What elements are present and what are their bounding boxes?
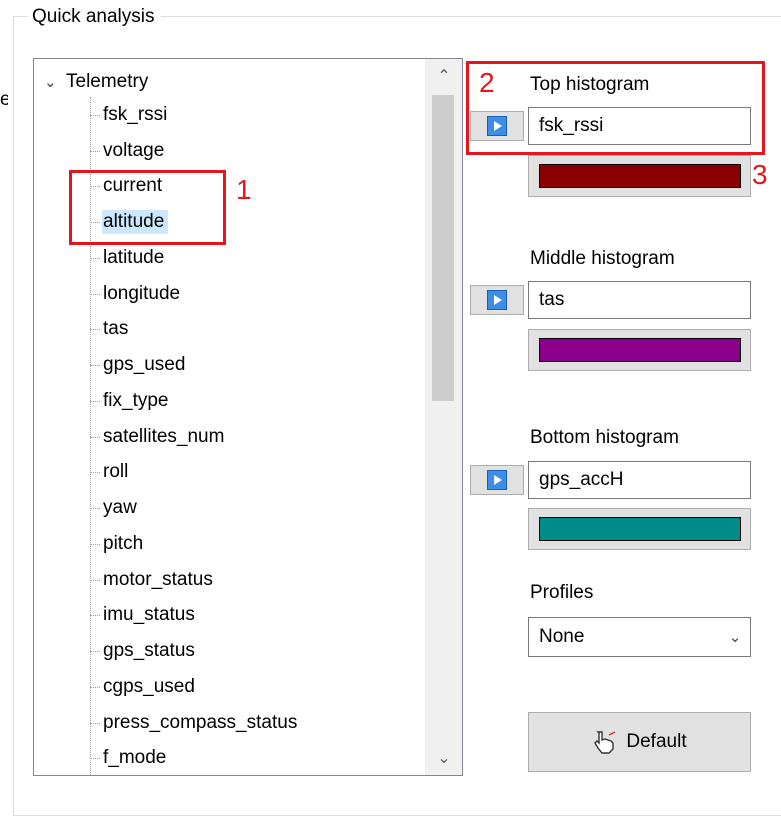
tree-item-label: gps_status bbox=[103, 640, 195, 661]
bottom-histogram-color-swatch bbox=[538, 517, 741, 541]
play-arrow-icon bbox=[487, 470, 507, 490]
tree-item-label: yaw bbox=[103, 497, 137, 518]
tree-item[interactable]: tas bbox=[90, 315, 132, 343]
top-histogram-color-button[interactable] bbox=[528, 155, 751, 197]
tree-item-label: satellites_num bbox=[103, 426, 225, 447]
tree-item[interactable]: longitude bbox=[90, 280, 184, 308]
middle-histogram-field[interactable]: tas bbox=[528, 281, 751, 319]
tree-item-label: latitude bbox=[103, 247, 165, 268]
scrollbar-thumb[interactable] bbox=[432, 95, 454, 401]
profiles-label: Profiles bbox=[530, 582, 594, 603]
tree-item[interactable]: gps_used bbox=[90, 351, 189, 379]
default-button[interactable]: Default bbox=[528, 712, 751, 772]
tree-item[interactable]: fix_type bbox=[90, 387, 172, 415]
annotation-box-2 bbox=[466, 61, 765, 155]
clipped-label-fragment: e bbox=[0, 89, 8, 110]
tree-item[interactable]: press_compass_status bbox=[90, 709, 301, 737]
tree-root-telemetry[interactable]: ⌄ Telemetry bbox=[44, 68, 148, 96]
tree-item-label: motor_status bbox=[103, 569, 213, 590]
annotation-number-1: 1 bbox=[236, 174, 252, 205]
play-arrow-icon bbox=[487, 290, 507, 310]
profiles-selected-value: None bbox=[539, 626, 585, 647]
tree-item[interactable]: fsk_rssi bbox=[90, 101, 171, 129]
tree-item[interactable]: latitude bbox=[90, 244, 168, 272]
annotation-number-2: 2 bbox=[479, 67, 495, 98]
tree-item[interactable]: satellites_num bbox=[90, 423, 228, 451]
tree-item-label: fix_type bbox=[103, 390, 169, 411]
scroll-up-icon[interactable]: ⌃ bbox=[426, 59, 462, 93]
default-button-label: Default bbox=[626, 731, 687, 752]
tree-item-label: fsk_rssi bbox=[103, 104, 168, 125]
profiles-select[interactable]: None ⌄ bbox=[528, 617, 751, 657]
tree-item[interactable]: roll bbox=[90, 458, 132, 486]
tree-item[interactable]: voltage bbox=[90, 137, 168, 165]
tree-item-label: pitch bbox=[103, 533, 144, 554]
tree-item-label: tas bbox=[103, 318, 129, 339]
middle-histogram-color-button[interactable] bbox=[528, 329, 751, 371]
tree-item-label: longitude bbox=[103, 283, 181, 304]
tree-item-label: press_compass_status bbox=[103, 712, 298, 733]
bottom-histogram-field[interactable]: gps_accH bbox=[528, 461, 751, 499]
tree-scrollbar[interactable]: ⌃ ⌄ bbox=[425, 59, 462, 775]
tree-item-label: roll bbox=[103, 461, 129, 482]
tree-item-label: cgps_used bbox=[103, 676, 195, 697]
tree-item-label: voltage bbox=[103, 140, 165, 161]
tree-item[interactable]: f_mode bbox=[90, 744, 170, 772]
middle-histogram-color-swatch bbox=[538, 338, 741, 362]
bottom-histogram-color-button[interactable] bbox=[528, 508, 751, 550]
tree-item[interactable]: yaw bbox=[90, 494, 141, 522]
tree-item-label: f_mode bbox=[103, 747, 167, 768]
chevron-down-icon: ⌄ bbox=[728, 629, 742, 646]
hand-pointer-icon bbox=[594, 731, 616, 754]
middle-histogram-assign-button[interactable] bbox=[470, 285, 524, 315]
tree-root-label: Telemetry bbox=[66, 71, 149, 92]
annotation-box-1 bbox=[69, 170, 226, 245]
annotation-number-3: 3 bbox=[752, 159, 768, 190]
group-title: Quick analysis bbox=[28, 4, 161, 30]
telemetry-tree[interactable]: ⌄ Telemetry fsk_rssi voltage current alt… bbox=[33, 58, 463, 776]
bottom-histogram-label: Bottom histogram bbox=[530, 427, 679, 448]
tree-item[interactable]: imu_status bbox=[90, 601, 199, 629]
tree-item[interactable]: motor_status bbox=[90, 566, 217, 594]
chevron-down-icon[interactable]: ⌄ bbox=[44, 73, 66, 91]
scroll-down-icon[interactable]: ⌄ bbox=[426, 741, 462, 775]
tree-item[interactable]: gps_status bbox=[90, 637, 199, 665]
bottom-histogram-assign-button[interactable] bbox=[470, 465, 524, 495]
tree-item[interactable]: pitch bbox=[90, 530, 147, 558]
middle-histogram-label: Middle histogram bbox=[530, 248, 675, 269]
tree-item-label: imu_status bbox=[103, 604, 195, 625]
tree-item-label: gps_used bbox=[103, 354, 186, 375]
top-histogram-color-swatch bbox=[538, 164, 741, 188]
tree-item[interactable]: cgps_used bbox=[90, 673, 199, 701]
